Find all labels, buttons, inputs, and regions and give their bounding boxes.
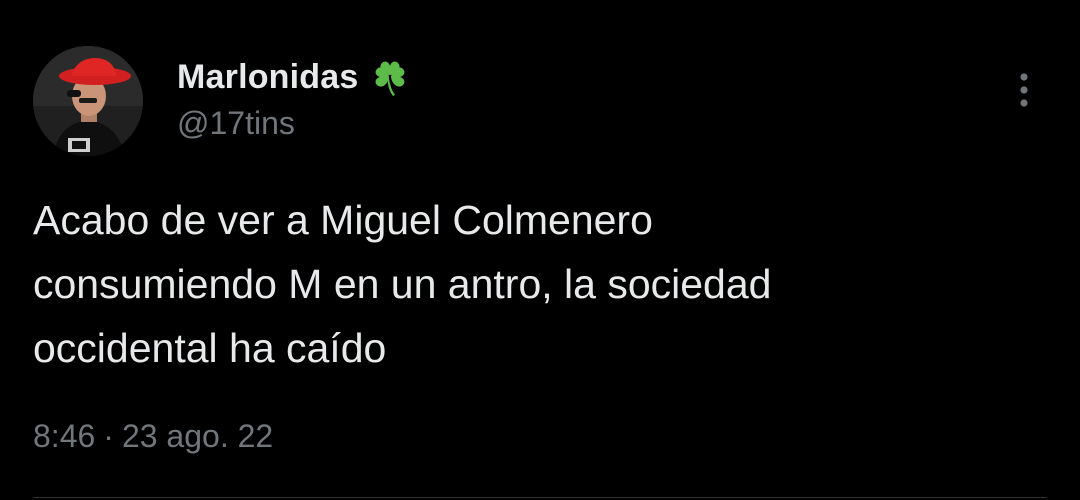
avatar[interactable] [33,46,143,156]
avatar-image [33,46,143,156]
more-vertical-icon[interactable] [1006,70,1042,110]
tweet-time: 8:46 [33,418,96,454]
tweet-header: Marlonidas @17tins [177,55,412,142]
shamrock-icon [368,55,412,99]
display-name[interactable]: Marlonidas [177,58,358,97]
tweet-timestamp[interactable]: 8:46 · 23 ago. 22 [33,418,273,455]
divider [33,497,1047,498]
tweet-date: 23 ago. 22 [121,418,274,454]
meta-separator: · [103,418,114,454]
tweet-card: Marlonidas @17tins Acabo de ver a Miguel [0,0,1080,500]
tweet-text: Acabo de ver a Miguel Colmenero consumie… [33,197,772,371]
name-row: Marlonidas [177,55,412,99]
user-handle[interactable]: @17tins [177,105,412,142]
